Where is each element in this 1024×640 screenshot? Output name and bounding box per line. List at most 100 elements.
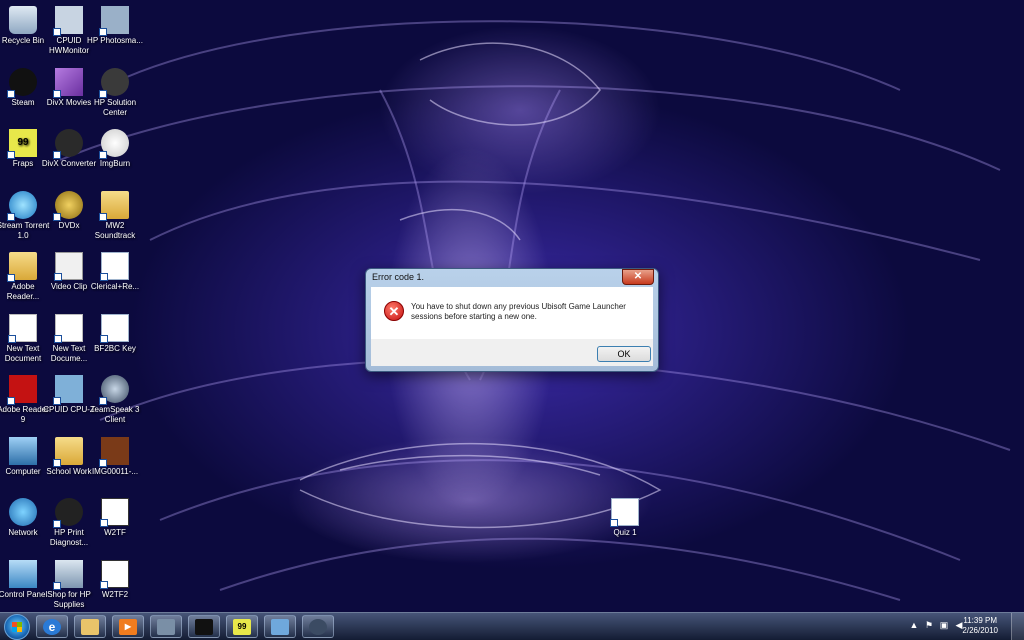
image-file-icon bbox=[99, 437, 129, 467]
network-icon bbox=[9, 498, 37, 526]
desktop-icon-label: ImgBurn bbox=[99, 159, 131, 168]
teamspeak-icon[interactable] bbox=[302, 615, 334, 638]
desktop-icon[interactable]: Quiz 1 bbox=[597, 496, 653, 538]
shortcut-arrow-icon bbox=[99, 151, 107, 159]
stream-torrent-icon bbox=[7, 191, 37, 221]
hp-photosmart-icon bbox=[99, 6, 129, 36]
show-desktop-button[interactable] bbox=[1011, 613, 1024, 640]
network-tray-icon[interactable]: ▣ bbox=[939, 620, 949, 630]
cpu-z-icon[interactable] bbox=[264, 615, 296, 638]
close-button[interactable]: ✕ bbox=[622, 269, 654, 285]
fraps-icon: 99 bbox=[7, 129, 37, 159]
desktop-icon[interactable]: IMG00011-... bbox=[87, 435, 143, 477]
text-document-icon bbox=[54, 314, 83, 343]
divx-movies-icon bbox=[53, 68, 83, 98]
word-document-icon bbox=[100, 252, 129, 281]
shortcut-arrow-icon bbox=[100, 581, 108, 589]
system-tray: ▲ ⚑ ▣ ◀ bbox=[909, 620, 964, 630]
media-player-icon[interactable]: ▶ bbox=[112, 615, 144, 638]
cpuid-hwmonitor-icon[interactable] bbox=[150, 615, 182, 638]
desktop-icon-label: MW2 Soundtrack bbox=[94, 221, 136, 240]
shortcut-arrow-icon bbox=[54, 335, 62, 343]
shortcut-arrow-icon bbox=[54, 273, 62, 281]
desktop-icon-label: Quiz 1 bbox=[613, 528, 637, 537]
shortcut-arrow-icon bbox=[99, 213, 107, 221]
shortcut-arrow-icon bbox=[7, 151, 15, 159]
video-clip-icon bbox=[54, 252, 83, 281]
hp-print-icon bbox=[53, 498, 83, 528]
desktop-icon[interactable]: HP Photosma... bbox=[87, 4, 143, 46]
hwmonitor-icon bbox=[53, 6, 83, 36]
shortcut-arrow-icon bbox=[53, 213, 61, 221]
desktop-icon-label: TeamSpeak 3 Client bbox=[90, 405, 140, 424]
windows-start-icon[interactable] bbox=[4, 614, 30, 640]
shortcut-arrow-icon bbox=[7, 274, 15, 282]
shortcut-arrow-icon bbox=[7, 90, 15, 98]
desktop-icon[interactable]: TeamSpeak 3 Client bbox=[87, 373, 143, 425]
teamspeak-icon bbox=[99, 375, 129, 405]
folder-icon bbox=[53, 437, 83, 467]
clock-time: 11:39 PM bbox=[963, 616, 998, 625]
shortcut-arrow-icon bbox=[7, 397, 15, 405]
action-center-flag-icon[interactable]: ⚑ bbox=[924, 620, 934, 630]
divx-converter-icon bbox=[53, 129, 83, 159]
desktop-icon-label: HP Solution Center bbox=[93, 98, 137, 117]
dvdx-icon bbox=[53, 191, 83, 221]
dialog-message: You have to shut down any previous Ubiso… bbox=[411, 302, 626, 321]
word-document-icon bbox=[100, 314, 129, 343]
steam-icon[interactable] bbox=[188, 615, 220, 638]
error-icon: ✕ bbox=[384, 301, 404, 321]
folder-icon bbox=[7, 252, 37, 282]
desktop-icon[interactable]: HP Solution Center bbox=[87, 66, 143, 118]
desktop-icon-label: Clerical+Re... bbox=[90, 282, 140, 291]
shortcut-arrow-icon bbox=[100, 273, 108, 281]
shortcut-arrow-icon bbox=[7, 213, 15, 221]
shortcut-arrow-icon bbox=[53, 28, 61, 36]
desktop-icon[interactable]: BF2BC Key bbox=[87, 312, 143, 354]
shortcut-arrow-icon bbox=[99, 397, 107, 405]
desktop-icon-label: W2TF2 bbox=[101, 590, 129, 599]
control-panel-icon bbox=[9, 560, 37, 588]
shortcut-arrow-icon bbox=[100, 519, 108, 527]
desktop-icon-label: BF2BC Key bbox=[94, 344, 136, 353]
shortcut-arrow-icon bbox=[53, 397, 61, 405]
desktop-icon[interactable]: Clerical+Re... bbox=[87, 250, 143, 292]
steam-icon bbox=[7, 68, 37, 98]
shortcut-arrow-icon bbox=[53, 90, 61, 98]
hp-solution-center-icon bbox=[99, 68, 129, 98]
desktop-icon-label: IMG00011-... bbox=[91, 467, 139, 476]
hp-shop-icon bbox=[53, 560, 83, 590]
fraps-icon[interactable]: 99 bbox=[226, 615, 258, 638]
shortcut-arrow-icon bbox=[99, 28, 107, 36]
text-document-icon bbox=[8, 314, 37, 343]
windows-explorer-icon[interactable] bbox=[74, 615, 106, 638]
desktop-icon-label: W2TF bbox=[104, 528, 126, 537]
dialog-title: Error code 1. bbox=[372, 272, 425, 282]
desktop-icon[interactable]: ImgBurn bbox=[87, 127, 143, 169]
show-hidden-icons-icon[interactable]: ▲ bbox=[909, 620, 919, 630]
folder-icon bbox=[99, 191, 129, 221]
adobe-reader-icon bbox=[7, 375, 37, 405]
shortcut-arrow-icon bbox=[99, 90, 107, 98]
w2tf-icon bbox=[100, 498, 129, 527]
desktop-icon[interactable]: W2TF2 bbox=[87, 558, 143, 600]
desktop-icon[interactable]: W2TF bbox=[87, 496, 143, 538]
error-dialog: Error code 1. ✕ ✕ You have to shut down … bbox=[365, 268, 659, 372]
shortcut-arrow-icon bbox=[53, 582, 61, 590]
recycle-bin-icon bbox=[9, 6, 37, 34]
taskbar: e ▶ 99 ▲ ⚑ ▣ ◀ 11:39 PM 2/26/2010 bbox=[0, 612, 1024, 640]
fraps-badge: 99 bbox=[233, 618, 251, 635]
ok-button[interactable]: OK bbox=[597, 346, 651, 362]
internet-explorer-icon[interactable]: e bbox=[36, 615, 68, 638]
dialog-body: ✕ You have to shut down any previous Ubi… bbox=[371, 287, 653, 339]
desktop-icon[interactable]: MW2 Soundtrack bbox=[87, 189, 143, 241]
shortcut-arrow-icon bbox=[8, 335, 16, 343]
shortcut-arrow-icon bbox=[100, 335, 108, 343]
shortcut-arrow-icon bbox=[610, 519, 618, 527]
computer-icon bbox=[9, 437, 37, 465]
desktop-icon-label: HP Photosma... bbox=[87, 36, 143, 45]
clock[interactable]: 11:39 PM 2/26/2010 bbox=[962, 616, 998, 636]
word-document-icon bbox=[610, 498, 639, 527]
shortcut-arrow-icon bbox=[99, 459, 107, 467]
shortcut-arrow-icon bbox=[53, 151, 61, 159]
